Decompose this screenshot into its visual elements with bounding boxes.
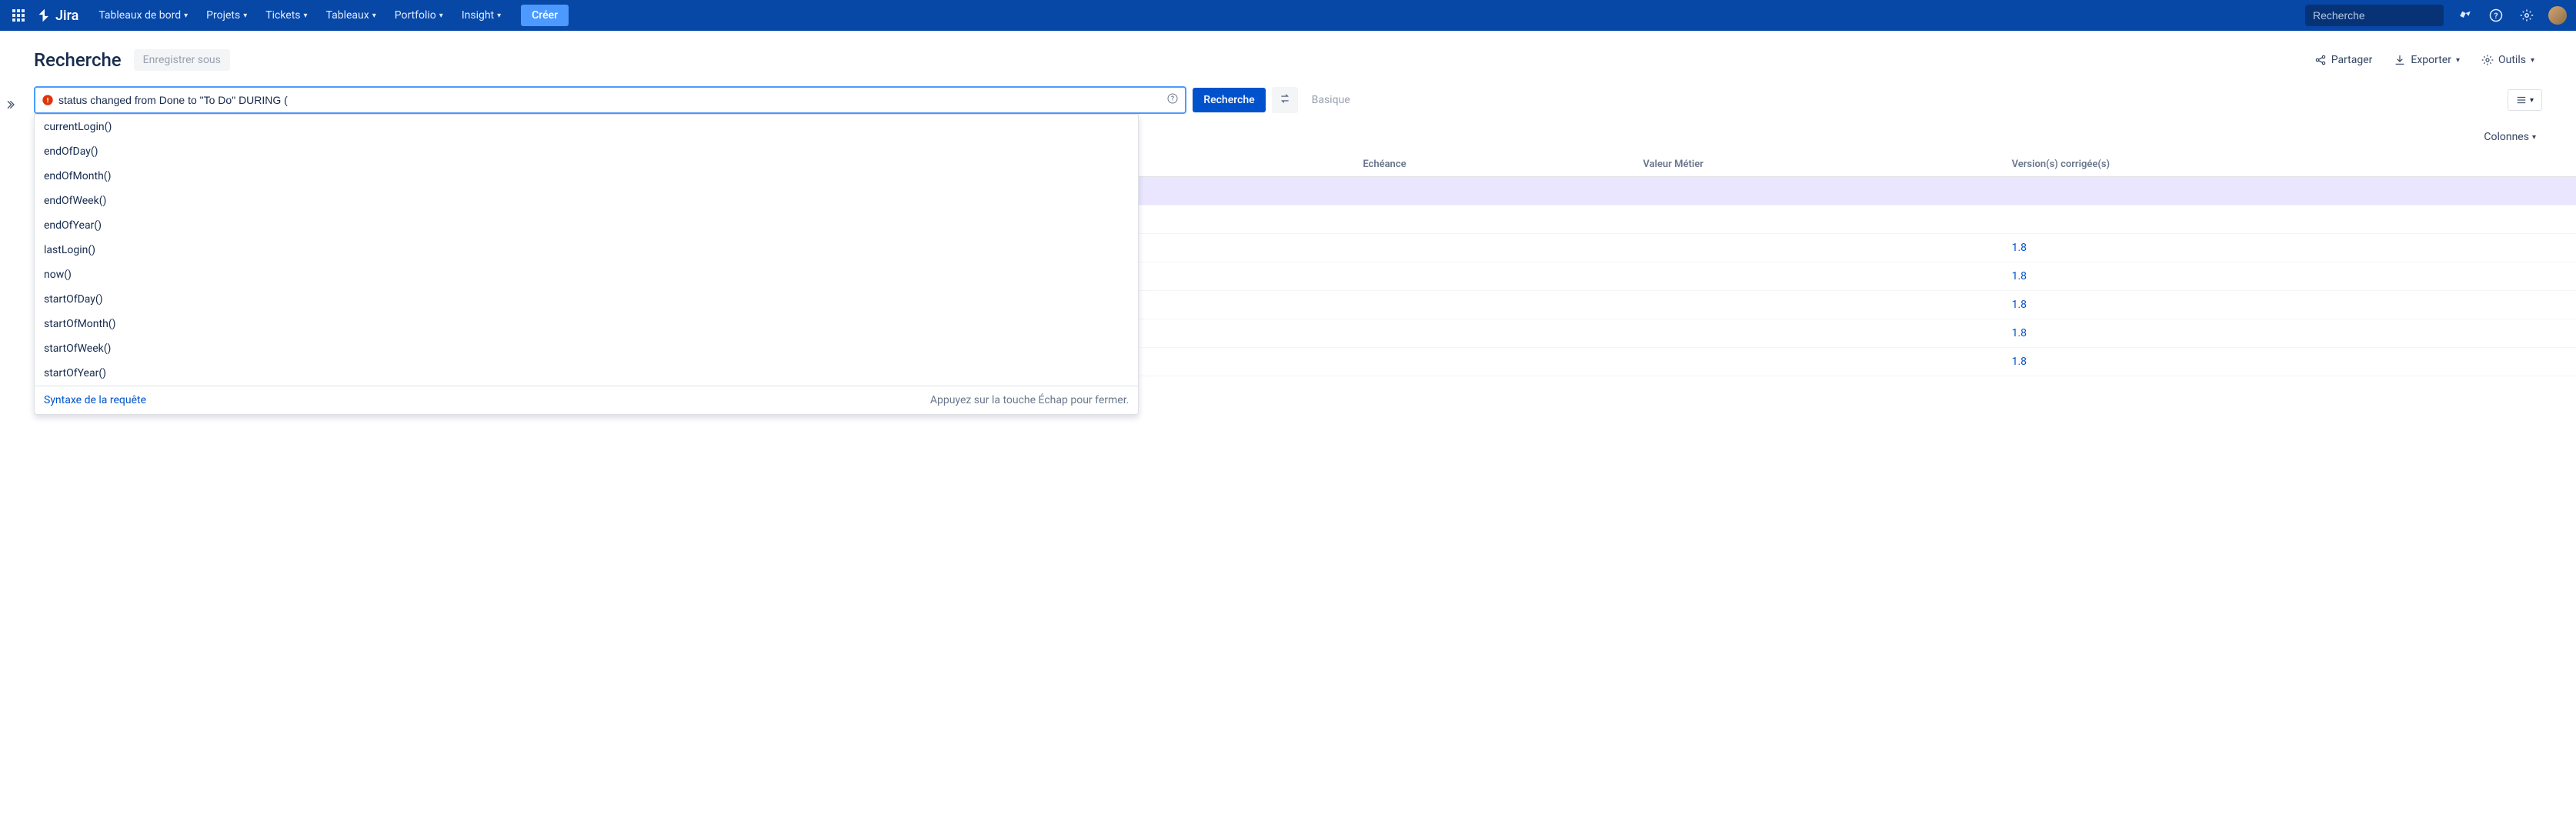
autocomplete-item[interactable]: now() [35, 262, 1138, 287]
nav-tickets[interactable]: Tickets▾ [258, 5, 315, 26]
autocomplete-item[interactable]: endOfYear() [35, 213, 1138, 238]
query-help-icon[interactable]: ? [1166, 92, 1179, 108]
view-toggle[interactable]: ▾ [2508, 89, 2542, 111]
nav-projects[interactable]: Projets▾ [199, 5, 255, 26]
basic-mode-link[interactable]: Basique [1304, 88, 1358, 112]
chevron-down-icon: ▾ [243, 12, 247, 20]
page-header: Recherche Enregistrer sous Partager Expo… [0, 31, 2576, 86]
gear-icon [2481, 54, 2494, 66]
svg-text:?: ? [1171, 95, 1174, 102]
table-cell[interactable]: 1.8 [2012, 262, 2576, 291]
nav-boards[interactable]: Tableaux▾ [319, 5, 384, 26]
table-cell [2012, 177, 2576, 206]
expand-sidebar-icon[interactable] [6, 99, 18, 114]
notifications-icon[interactable] [2456, 6, 2474, 25]
table-cell [1643, 319, 2011, 348]
chevron-down-icon: ▾ [184, 12, 188, 20]
table-cell[interactable]: 1.8 [2012, 319, 2576, 348]
nav-insight[interactable]: Insight▾ [454, 5, 509, 26]
help-icon[interactable]: ? [2487, 6, 2505, 25]
table-cell [2012, 206, 2576, 234]
table-cell[interactable]: 1.8 [2012, 234, 2576, 262]
nav-items: Tableaux de bord▾ Projets▾ Tickets▾ Tabl… [91, 5, 569, 26]
chevron-down-icon: ▾ [2532, 133, 2536, 142]
table-cell [1643, 177, 2011, 206]
chevron-down-icon: ▾ [2531, 56, 2534, 65]
table-cell [1363, 206, 1643, 234]
table-cell[interactable]: 1.8 [2012, 291, 2576, 319]
table-cell [1363, 348, 1643, 376]
chevron-down-icon: ▾ [2530, 96, 2534, 105]
table-cell [1363, 319, 1643, 348]
autocomplete-dropdown: currentLogin()endOfDay()endOfMonth()endO… [34, 114, 1139, 415]
autocomplete-item[interactable]: endOfWeek() [35, 189, 1138, 213]
nav-portfolio[interactable]: Portfolio▾ [387, 5, 451, 26]
chevron-down-icon: ▾ [304, 12, 308, 20]
nav-dashboards[interactable]: Tableaux de bord▾ [91, 5, 195, 26]
save-as-button[interactable]: Enregistrer sous [134, 49, 230, 71]
table-cell [1643, 348, 2011, 376]
list-view-icon [2516, 95, 2527, 105]
export-icon [2394, 54, 2406, 66]
autocomplete-item[interactable]: endOfMonth() [35, 164, 1138, 189]
tools-button[interactable]: Outils ▾ [2474, 49, 2542, 71]
query-row: ! ? currentLogin()endOfDay()endOfMonth()… [0, 86, 2576, 123]
error-icon: ! [42, 94, 54, 106]
column-header[interactable]: Valeur Métier [1643, 152, 2011, 177]
jira-logo[interactable]: Jira [37, 8, 78, 24]
chevron-down-icon: ▾ [372, 12, 376, 20]
esc-hint: Appuyez sur la touche Échap pour fermer. [930, 394, 1129, 406]
table-cell [1363, 291, 1643, 319]
table-cell [1363, 177, 1643, 206]
columns-button[interactable]: Colonnes ▾ [2478, 128, 2542, 146]
column-header[interactable]: Version(s) corrigée(s) [2012, 152, 2576, 177]
global-search-input[interactable] [2313, 9, 2452, 22]
table-cell [1643, 262, 2011, 291]
autocomplete-item[interactable]: startOfWeek() [35, 336, 1138, 361]
global-search[interactable] [2305, 5, 2444, 26]
chevron-down-icon: ▾ [497, 12, 501, 20]
share-icon [2314, 54, 2327, 66]
autocomplete-item[interactable]: startOfMonth() [35, 312, 1138, 336]
advanced-mode-button[interactable] [1272, 87, 1298, 113]
table-cell [1643, 291, 2011, 319]
table-cell [1363, 262, 1643, 291]
top-navigation: Jira Tableaux de bord▾ Projets▾ Tickets▾… [0, 0, 2576, 31]
column-header[interactable]: Echéance [1363, 152, 1643, 177]
autocomplete-item[interactable]: lastLogin() [35, 238, 1138, 262]
search-button[interactable]: Recherche [1193, 88, 1265, 112]
autocomplete-item[interactable]: startOfDay() [35, 287, 1138, 312]
user-avatar[interactable] [2548, 6, 2567, 25]
page-title: Recherche [34, 49, 122, 71]
table-cell[interactable]: 1.8 [2012, 348, 2576, 376]
autocomplete-item[interactable]: startOfYear() [35, 361, 1138, 386]
nav-icons: ? [2456, 6, 2567, 25]
export-button[interactable]: Exporter ▾ [2386, 49, 2468, 71]
jira-logo-icon [37, 8, 52, 23]
settings-icon[interactable] [2518, 6, 2536, 25]
autocomplete-item[interactable]: endOfDay() [35, 139, 1138, 164]
jql-input-wrap[interactable]: ! ? currentLogin()endOfDay()endOfMonth()… [34, 86, 1186, 114]
app-switcher-icon[interactable] [9, 6, 28, 25]
syntax-help-link[interactable]: Syntaxe de la requête [44, 394, 146, 406]
switch-icon [1280, 93, 1290, 104]
logo-text: Jira [55, 8, 78, 24]
table-cell [1643, 234, 2011, 262]
chevron-down-icon: ▾ [439, 12, 443, 20]
autocomplete-item[interactable]: currentLogin() [35, 115, 1138, 139]
chevron-down-icon: ▾ [2456, 56, 2460, 65]
jql-input[interactable] [58, 94, 1166, 106]
create-button[interactable]: Créer [521, 5, 569, 26]
svg-text:?: ? [2494, 11, 2498, 21]
table-cell [1643, 206, 2011, 234]
table-cell [1363, 234, 1643, 262]
share-button[interactable]: Partager [2307, 49, 2381, 71]
